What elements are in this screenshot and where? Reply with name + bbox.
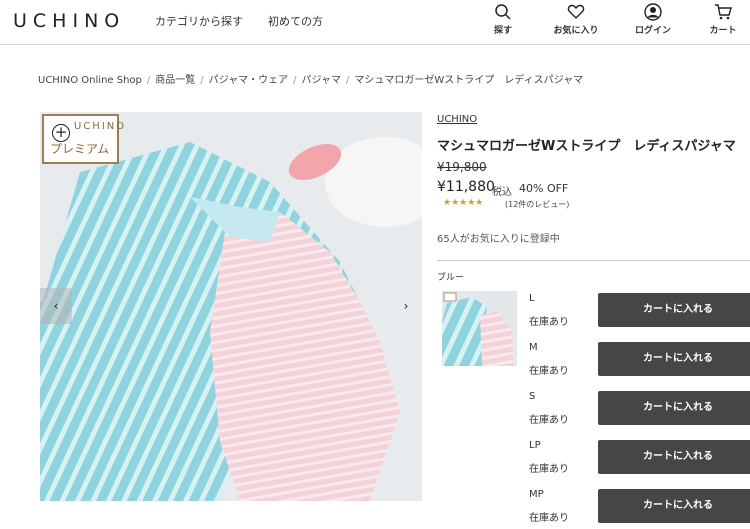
size-row: M 在庫あり カートに入れる (529, 342, 750, 382)
heart-icon (567, 4, 585, 19)
header-favorites[interactable]: お気に入り (546, 3, 606, 36)
discount-label: 40% OFF (519, 182, 569, 195)
site-logo[interactable]: UCHINO (13, 10, 125, 32)
add-to-cart-button[interactable]: カートに入れる (598, 489, 750, 523)
review-count-link[interactable]: (12件のレビュー) (505, 199, 569, 210)
breadcrumb-separator: / (200, 75, 204, 86)
breadcrumb-current: マシュマロガーゼWストライプ レディスパジャマ (354, 75, 584, 86)
rating-stars-icon: ★★★★★ (443, 198, 484, 208)
breadcrumb-separator: / (146, 75, 151, 86)
prev-image-arrow[interactable]: ‹ (40, 288, 72, 324)
nav-first-time[interactable]: 初めての方 (268, 13, 323, 29)
stock-status: 在庫あり (529, 513, 569, 524)
color-name: ブルー (437, 273, 465, 283)
breadcrumb-separator: / (346, 75, 350, 86)
badge-premium: プレミアム (50, 142, 110, 156)
stock-status: 在庫あり (529, 366, 569, 377)
stock-status: 在庫あり (529, 415, 569, 426)
breadcrumb-separator: / (293, 75, 297, 86)
product-brand-link[interactable]: UCHINO (437, 114, 477, 125)
breadcrumb-item[interactable]: パジャマ (302, 75, 342, 86)
header-cart[interactable]: カート (693, 3, 750, 36)
color-thumbnail[interactable] (442, 291, 517, 366)
size-name: S (529, 391, 536, 402)
cart-icon (715, 4, 732, 20)
original-price: ¥19,800 (437, 160, 487, 174)
size-row: MP 在庫あり カートに入れる (529, 489, 750, 529)
breadcrumb-item[interactable]: 商品一覧 (155, 75, 195, 86)
user-icon (644, 3, 662, 21)
header-login[interactable]: ログイン (623, 3, 683, 36)
next-image-arrow[interactable]: › (390, 288, 422, 324)
header-search[interactable]: 探す (473, 3, 533, 36)
size-row: L 在庫あり カートに入れる (529, 293, 750, 333)
size-row: S 在庫あり カートに入れる (529, 391, 750, 431)
login-label: ログイン (634, 26, 671, 36)
favorites-count: 65人がお気に入りに登録中 (437, 234, 560, 245)
add-to-cart-button[interactable]: カートに入れる (598, 342, 750, 376)
breadcrumb: UCHINO Online Shop / 商品一覧 / パジャマ・ウェア / パジャマ / マシ… (38, 71, 583, 86)
product-image[interactable]: UCHINO プレミアム + ‹ › (40, 112, 422, 501)
size-name: LP (529, 440, 541, 451)
stock-status: 在庫あり (529, 464, 569, 475)
favorites-label: お気に入り (553, 26, 599, 36)
zoom-icon[interactable]: + (52, 124, 70, 142)
size-name: MP (529, 489, 544, 500)
size-name: M (529, 342, 538, 353)
search-icon (495, 4, 511, 20)
badge-brand: UCHINO (74, 121, 127, 132)
divider (437, 260, 750, 261)
tax-label: 税込 (492, 187, 512, 198)
add-to-cart-button[interactable]: カートに入れる (598, 391, 750, 425)
product-title: マシュマロガーゼWストライプ レディスパジャマ (437, 139, 736, 154)
cart-label: カート (709, 26, 737, 36)
sale-price: ¥11,880 (437, 179, 495, 195)
search-label: 探す (493, 26, 512, 36)
breadcrumb-item[interactable]: UCHINO Online Shop (38, 75, 142, 86)
breadcrumb-item[interactable]: パジャマ・ウェア (209, 75, 289, 86)
nav-category-search[interactable]: カテゴリから探す (155, 13, 243, 29)
add-to-cart-button[interactable]: カートに入れる (598, 440, 750, 474)
size-row: LP 在庫あり カートに入れる (529, 440, 750, 480)
stock-status: 在庫あり (529, 317, 569, 328)
add-to-cart-button[interactable]: カートに入れる (598, 293, 750, 327)
size-name: L (529, 293, 535, 304)
site-header: UCHINO カテゴリから探す 初めての方 探す お気に入り ログイン カート (0, 0, 750, 45)
thumbnail-photo (442, 291, 517, 366)
pajama-photo (40, 112, 422, 501)
